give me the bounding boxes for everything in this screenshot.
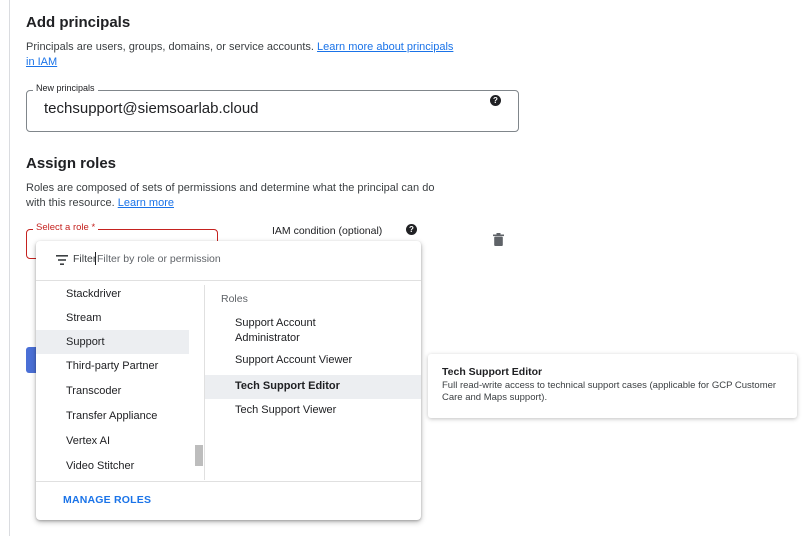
filter-input[interactable] <box>97 248 397 270</box>
filter-icon <box>56 255 68 265</box>
role-item-label: Support Account Administrator <box>235 317 316 344</box>
page-left-border <box>9 0 10 536</box>
add-principals-heading: Add principals <box>26 14 131 31</box>
principals-description: Principals are users, groups, domains, o… <box>26 40 526 70</box>
role-description-tooltip: Tech Support Editor Full read-write acce… <box>428 354 797 418</box>
learn-more-principals-link[interactable]: Learn more about principals <box>317 41 453 53</box>
category-item-third-party-partner[interactable]: Third-party Partner <box>36 354 189 378</box>
category-scrollbar-thumb[interactable] <box>195 445 203 466</box>
roles-description-line2: with this resource. <box>26 197 115 209</box>
trash-icon[interactable] <box>493 233 504 246</box>
category-item-support[interactable]: Support <box>36 330 189 354</box>
role-item-tech-support-editor[interactable]: Tech Support Editor <box>205 375 421 399</box>
roles-column-heading: Roles <box>221 293 248 305</box>
learn-more-principals-link-cont[interactable]: in IAM <box>26 56 57 68</box>
category-item-transcoder[interactable]: Transcoder <box>36 379 189 403</box>
tooltip-title: Tech Support Editor <box>442 366 543 378</box>
new-principals-label: New principals <box>33 83 98 93</box>
learn-more-roles-link[interactable]: Learn more <box>118 197 174 209</box>
role-item-support-account-viewer[interactable]: Support Account Viewer <box>205 353 421 373</box>
filter-label: Filter <box>73 253 97 265</box>
role-item-tech-support-viewer[interactable]: Tech Support Viewer <box>205 403 421 423</box>
new-principals-value[interactable]: techsupport@siemsoarlab.cloud <box>44 100 259 117</box>
category-item-stackdriver[interactable]: Stackdriver <box>36 282 189 306</box>
category-item-video-stitcher[interactable]: Video Stitcher <box>36 454 189 478</box>
tooltip-description: Full read-write access to technical supp… <box>442 380 777 403</box>
manage-roles-button[interactable]: MANAGE ROLES <box>63 494 151 506</box>
iam-condition-label: IAM condition (optional) <box>272 225 383 237</box>
filter-row: Filter <box>36 241 421 281</box>
roles-description: Roles are composed of sets of permission… <box>26 181 546 211</box>
text-cursor <box>95 252 96 265</box>
dropdown-footer: MANAGE ROLES <box>36 481 421 520</box>
select-role-label: Select a role * <box>33 222 99 233</box>
roles-description-line1: Roles are composed of sets of permission… <box>26 182 435 194</box>
role-item-support-account-administrator[interactable]: Support Account Administrator <box>205 316 421 350</box>
help-icon[interactable]: ? <box>406 224 417 235</box>
category-item-stream[interactable]: Stream <box>36 306 189 330</box>
principals-description-text: Principals are users, groups, domains, o… <box>26 41 314 53</box>
role-dropdown-menu: Filter Stackdriver Stream Support Third-… <box>36 241 421 520</box>
assign-roles-heading: Assign roles <box>26 155 117 172</box>
help-icon[interactable]: ? <box>490 95 501 106</box>
category-item-vertex-ai[interactable]: Vertex AI <box>36 429 189 453</box>
category-item-transfer-appliance[interactable]: Transfer Appliance <box>36 404 189 428</box>
